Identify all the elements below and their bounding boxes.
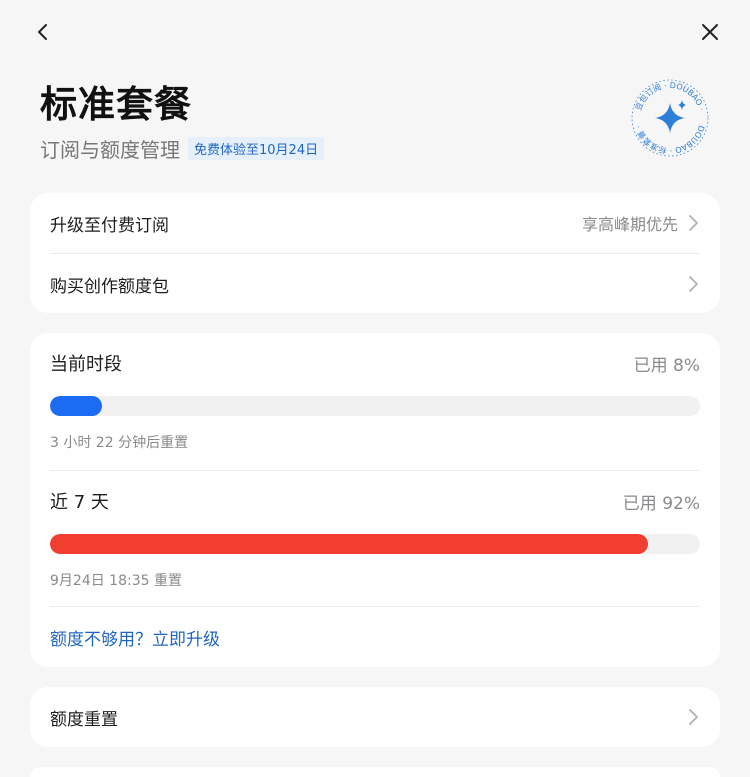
usage-week-percent: 已用 92% <box>622 493 700 514</box>
close-icon <box>702 24 718 40</box>
usage-current-track <box>50 396 700 416</box>
usage-current-reset: 3 小时 22 分钟后重置 <box>50 435 189 451</box>
page-subtitle: 订阅与额度管理 <box>40 138 180 162</box>
upgrade-now-link[interactable]: 额度不够用？立即升级 <box>50 625 220 650</box>
close-button[interactable] <box>692 14 728 50</box>
upgrade-subscription-row[interactable]: 升级至付费订阅 享高峰期优先 <box>30 193 720 253</box>
usage-week-bar <box>50 534 648 554</box>
usage-current-bar <box>50 396 102 416</box>
buy-pack-label: 购买创作额度包 <box>50 276 169 297</box>
quota-reset-row[interactable]: 额度重置 <box>30 687 720 747</box>
usage-week-track <box>50 534 700 554</box>
usage-card: 当前时段 已用 8% 3 小时 22 分钟后重置 近 7 天 已用 92% 9月… <box>30 333 720 667</box>
chevron-right-icon <box>689 709 698 725</box>
subtitle-row: 订阅与额度管理 免费体验至10月24日 <box>40 134 325 163</box>
usage-week-reset: 9月24日 18:35 重置 <box>50 573 182 589</box>
plan-seal-icon: 豆包订阅 · DOUBAO · DOUBAO · 标准套餐 · <box>631 79 709 157</box>
usage-current-percent: 已用 8% <box>633 355 700 376</box>
back-button[interactable] <box>25 14 61 50</box>
chevron-right-icon <box>689 276 698 292</box>
usage-week: 近 7 天 已用 92% 9月24日 18:35 重置 <box>30 471 720 606</box>
actions-card: 升级至付费订阅 享高峰期优先 购买创作额度包 <box>30 193 720 313</box>
next-card-partial <box>30 767 720 777</box>
quota-reset-label: 额度重置 <box>50 709 118 730</box>
reset-card: 额度重置 <box>30 687 720 747</box>
upgrade-hint: 享高峰期优先 <box>581 215 678 234</box>
top-bar <box>0 0 750 64</box>
page-title: 标准套餐 <box>40 83 192 126</box>
chevron-right-icon <box>689 215 698 231</box>
buy-pack-row[interactable]: 购买创作额度包 <box>30 254 720 314</box>
upgrade-subscription-label: 升级至付费订阅 <box>50 215 169 236</box>
usage-current: 当前时段 已用 8% 3 小时 22 分钟后重置 <box>30 333 720 470</box>
usage-week-label: 近 7 天 <box>50 492 109 513</box>
trial-badge: 免费体验至10月24日 <box>188 137 325 160</box>
header: 标准套餐 订阅与额度管理 免费体验至10月24日 <box>40 82 325 163</box>
usage-current-label: 当前时段 <box>50 354 122 375</box>
sparkle-icon <box>655 103 685 133</box>
chevron-left-icon <box>38 24 47 40</box>
